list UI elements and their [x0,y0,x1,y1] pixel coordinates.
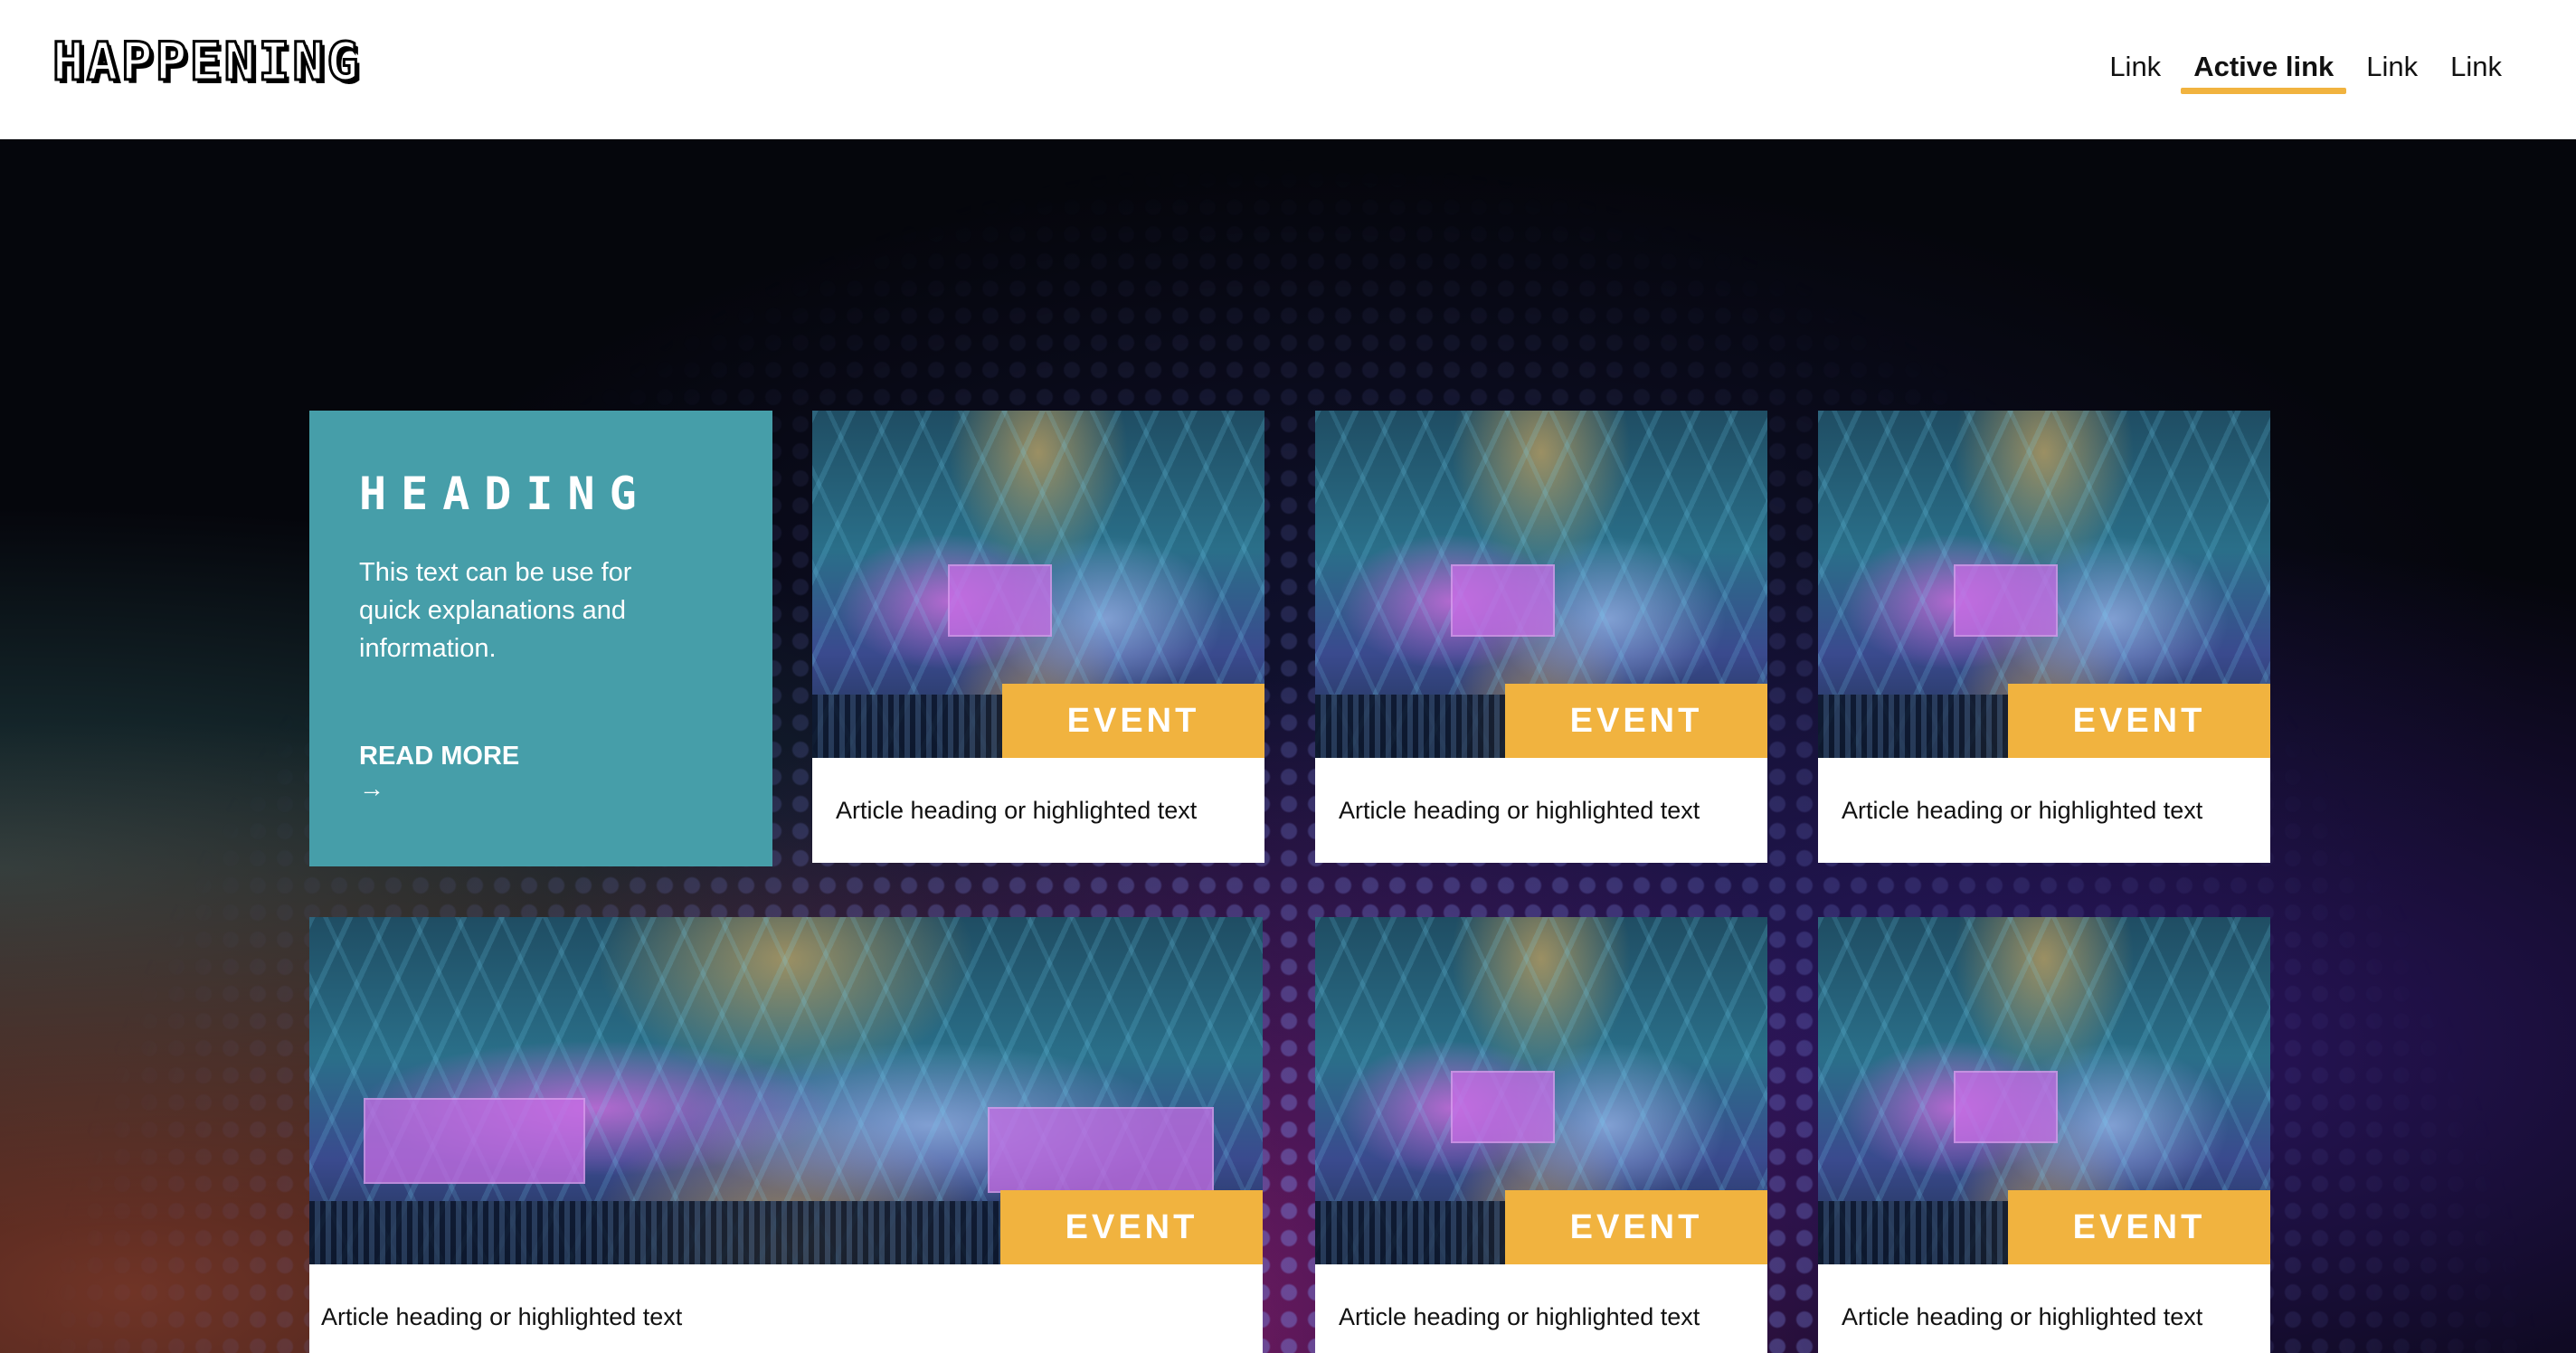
card-text: Article heading or highlighted text [1339,797,1700,824]
event-card-5[interactable]: EVENT Article heading or highlighted tex… [1315,917,1767,1353]
card-text: Article heading or highlighted text [1339,1303,1700,1330]
event-card-6[interactable]: EVENT Article heading or highlighted tex… [1818,917,2270,1353]
read-more-label: READ MORE [359,742,520,771]
info-card: HEADING This text can be use for quick e… [309,411,772,866]
event-card-3[interactable]: EVENT Article heading or highlighted tex… [1818,411,2270,863]
site-header: HAPPENING Link Active link Link Link [0,0,2576,139]
info-heading: HEADING [359,468,651,520]
nav-link-1[interactable]: Link [2097,45,2174,94]
info-text: This text can be use for quick explanati… [359,558,632,663]
nav-link-3[interactable]: Link [2353,45,2430,94]
event-card-wide[interactable]: EVENT Article heading or highlighted tex… [309,917,1263,1353]
hero-section: HEADING This text can be use for quick e… [0,139,2576,1353]
card-text: Article heading or highlighted text [321,1303,683,1330]
event-tag: EVENT [1000,1190,1263,1264]
card-text: Article heading or highlighted text [1842,797,2203,824]
card-text: Article heading or highlighted text [1842,1303,2203,1330]
event-tag: EVENT [1505,684,1767,758]
logo[interactable]: HAPPENING [51,30,361,94]
read-more-link[interactable]: READ MORE → [359,740,723,805]
event-card-2[interactable]: EVENT Article heading or highlighted tex… [1315,411,1767,863]
event-tag: EVENT [1002,684,1264,758]
event-tag: EVENT [2008,1190,2270,1264]
main-nav: Link Active link Link Link [2089,45,2514,94]
card-text: Article heading or highlighted text [836,797,1198,824]
event-tag: EVENT [1505,1190,1767,1264]
event-tag: EVENT [2008,684,2270,758]
event-card-1[interactable]: EVENT Article heading or highlighted tex… [812,411,1264,863]
nav-link-4[interactable]: Link [2438,45,2514,94]
arrow-right-icon: → [359,774,384,802]
nav-link-active[interactable]: Active link [2181,45,2347,94]
